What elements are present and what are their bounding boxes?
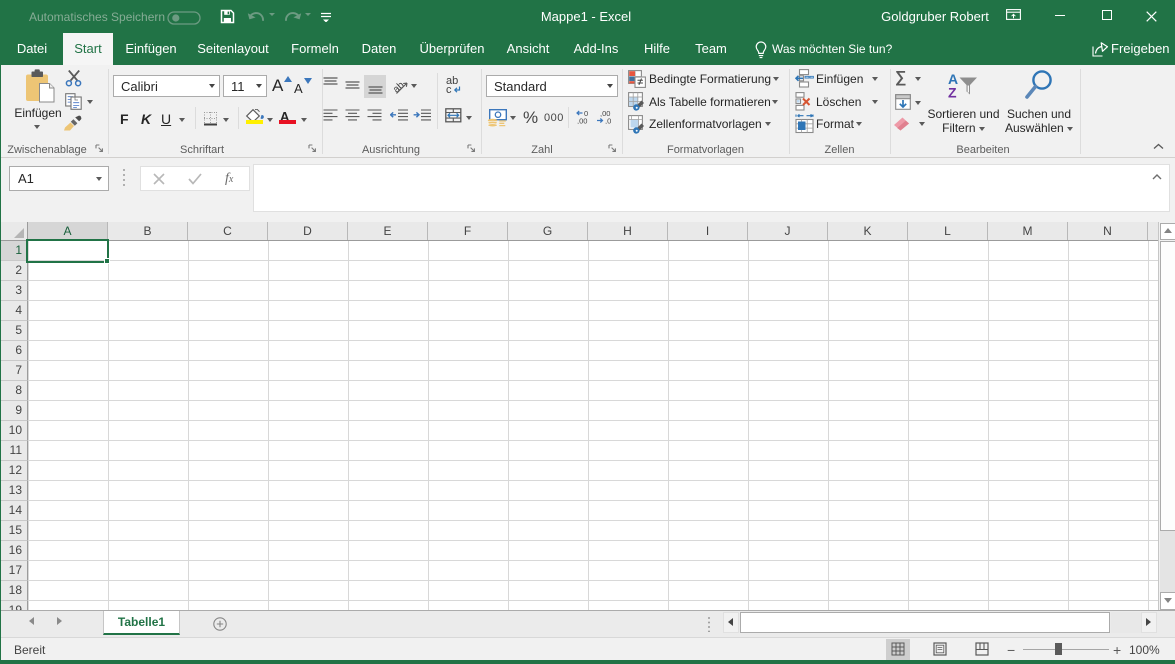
svg-text:ab: ab — [392, 79, 407, 95]
svg-text:Z: Z — [948, 85, 957, 101]
svg-text:,0: ,0 — [605, 117, 611, 125]
svg-text:,00: ,00 — [577, 117, 587, 125]
svg-text:c: c — [446, 84, 452, 94]
